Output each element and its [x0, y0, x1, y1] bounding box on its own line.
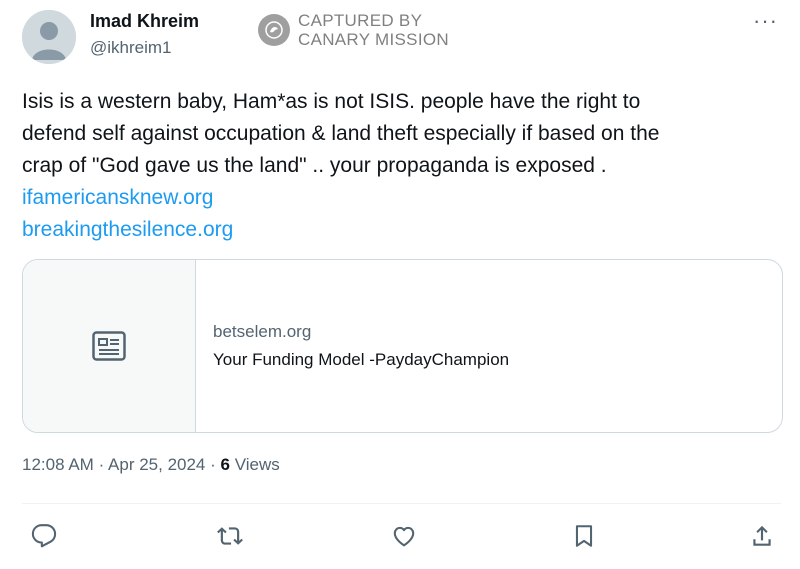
card-domain: betselem.org — [213, 322, 312, 341]
retweet-button[interactable] — [214, 520, 246, 552]
more-options-icon[interactable]: ··· — [753, 8, 778, 34]
tweet-meta: 12:08 AM · Apr 25, 2024 · 6 Views — [22, 455, 280, 475]
link-ifamericansknew[interactable]: ifamericansknew.org — [22, 186, 213, 209]
meta-separator: · — [210, 455, 216, 474]
tweet-time[interactable]: 12:08 AM — [22, 455, 94, 474]
card-title: Your Funding Model -PaydayChampion — [213, 350, 510, 369]
canary-logo-icon — [258, 14, 290, 46]
link-breakingthesilence[interactable]: breakingthesilence.org — [22, 218, 233, 241]
share-button[interactable] — [746, 520, 778, 552]
card-thumbnail — [23, 260, 196, 432]
views-label: Views — [234, 455, 280, 474]
watermark-line2: CANARY MISSION — [298, 30, 449, 49]
tweet-date[interactable]: Apr 25, 2024 — [108, 455, 205, 474]
link-preview-card[interactable]: betselem.org Your Funding Model -PaydayC… — [22, 259, 783, 433]
reply-button[interactable] — [28, 520, 60, 552]
bookmark-button[interactable] — [568, 520, 600, 552]
tweet-line: defend self against occupation & land th… — [22, 122, 660, 145]
like-icon — [393, 526, 415, 547]
author-handle[interactable]: @ikhreim1 — [90, 38, 172, 58]
watermark: CAPTURED BY CANARY MISSION — [258, 11, 449, 49]
default-avatar-icon — [22, 10, 76, 64]
avatar[interactable] — [22, 10, 76, 64]
article-icon — [92, 331, 126, 361]
tweet-line: crap of "God gave us the land" .. your p… — [22, 154, 607, 177]
tweet-text: Isis is a western baby, Ham*as is not IS… — [22, 86, 782, 246]
views-count: 6 — [220, 455, 230, 474]
retweet-icon — [217, 527, 243, 545]
reply-icon — [31, 524, 57, 548]
like-button[interactable] — [388, 520, 420, 552]
watermark-line1: CAPTURED BY — [298, 11, 423, 30]
tweet-line: Isis is a western baby, Ham*as is not IS… — [22, 90, 641, 113]
meta-separator: · — [98, 455, 105, 474]
bookmark-icon — [575, 525, 593, 547]
share-icon — [753, 525, 771, 546]
action-bar — [28, 520, 780, 552]
divider — [22, 503, 781, 504]
author-name[interactable]: Imad Khreim — [90, 11, 199, 32]
